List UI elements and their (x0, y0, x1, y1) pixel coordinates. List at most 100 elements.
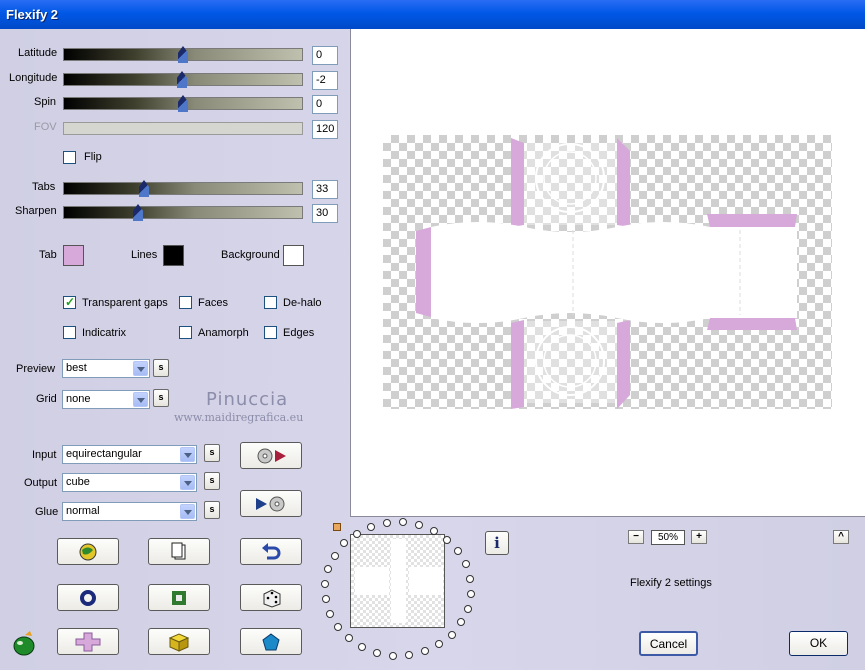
rotation-dial-dot[interactable] (333, 622, 342, 631)
apply-output-button[interactable] (240, 490, 302, 517)
spin-label: Spin (34, 96, 57, 108)
navigator-handle[interactable] (333, 523, 341, 531)
rotation-dial-dot[interactable] (352, 529, 361, 538)
watermark-name: Pinuccia (206, 389, 289, 410)
longitude-slider-thumb[interactable] (177, 71, 187, 88)
indicatrix-checkbox[interactable] (63, 326, 76, 339)
ok-button[interactable]: OK (789, 631, 848, 656)
rotation-dial-dot[interactable] (372, 649, 381, 658)
randomize-button[interactable] (57, 538, 119, 565)
square-button[interactable] (148, 584, 210, 611)
cross-icon (75, 632, 101, 651)
ring-button[interactable] (57, 584, 119, 611)
background-color-swatch[interactable] (283, 245, 304, 266)
sharpen-label: Sharpen (15, 205, 57, 217)
rotation-dial-dot[interactable] (430, 526, 439, 535)
rotation-dial-dot[interactable] (466, 574, 475, 583)
sharpen-slider-thumb[interactable] (133, 204, 143, 221)
cube-icon (168, 632, 190, 652)
input-s-button[interactable]: s (204, 444, 220, 462)
transparent-gaps-label: Transparent gaps (82, 297, 168, 309)
latitude-label: Latitude (18, 47, 58, 59)
rotation-dial-dot[interactable] (321, 595, 330, 604)
rotation-dial-dot[interactable] (382, 518, 391, 527)
tabs-value[interactable]: 33 (312, 180, 338, 199)
square-frame-icon (172, 590, 186, 605)
rotation-dial-dot[interactable] (466, 589, 475, 598)
chevron-down-icon[interactable] (180, 447, 195, 462)
input-select[interactable]: equirectangular (62, 445, 197, 464)
edges-checkbox[interactable] (264, 326, 277, 339)
spin-slider-thumb[interactable] (178, 95, 188, 112)
longitude-value[interactable]: -2 (312, 71, 338, 90)
tab-color-swatch[interactable] (63, 245, 84, 266)
preview-s-button[interactable]: s (153, 359, 169, 377)
sharpen-slider[interactable] (63, 206, 303, 219)
tabs-label: Tabs (32, 181, 56, 193)
sharpen-value[interactable]: 30 (312, 204, 338, 223)
input-select-value: equirectangular (66, 448, 142, 460)
transparent-gaps-checkbox[interactable] (63, 295, 76, 309)
scroll-up-button[interactable]: ^ (833, 530, 849, 544)
grid-select[interactable]: none (62, 390, 150, 409)
grid-label: Grid (36, 393, 57, 405)
chevron-down-icon[interactable] (133, 361, 148, 376)
rotation-dial-dot[interactable] (357, 643, 366, 652)
rotation-dial-dot[interactable] (447, 630, 456, 639)
preview-select[interactable]: best (62, 359, 150, 378)
rotation-dial-dot[interactable] (326, 609, 335, 618)
rotation-dial-dot[interactable] (367, 522, 376, 531)
output-label: Output (24, 477, 58, 489)
faces-checkbox[interactable] (179, 296, 192, 309)
longitude-slider[interactable] (63, 73, 303, 86)
chevron-down-icon[interactable] (133, 392, 148, 407)
de-halo-checkbox[interactable] (264, 296, 277, 309)
background-color-label: Background (221, 249, 280, 261)
navigator-face-left (355, 567, 389, 595)
dice-button[interactable] (240, 584, 302, 611)
cube-button[interactable] (148, 628, 210, 655)
rotation-dial-dot[interactable] (344, 634, 353, 643)
cross-button[interactable] (57, 628, 119, 655)
edges-label: Edges (283, 327, 315, 339)
undo-button[interactable] (240, 538, 302, 565)
latitude-value[interactable]: 0 (312, 46, 338, 65)
glue-select[interactable]: normal (62, 502, 197, 521)
de-halo-label: De-halo (283, 297, 322, 309)
latitude-slider[interactable] (63, 48, 303, 61)
ring-icon (80, 589, 96, 606)
grid-select-value: none (66, 393, 91, 405)
grid-s-button[interactable]: s (153, 389, 169, 407)
chevron-down-icon[interactable] (180, 475, 195, 490)
zoom-out-button[interactable]: − (628, 530, 644, 544)
zoom-in-button[interactable]: + (691, 530, 707, 544)
cancel-button[interactable]: Cancel (639, 631, 698, 656)
tabs-slider-thumb[interactable] (139, 180, 149, 197)
fov-value: 120 (312, 120, 338, 139)
rotation-dial-dot[interactable] (463, 604, 472, 613)
dice-icon (263, 588, 281, 608)
tabs-slider[interactable] (63, 182, 303, 195)
tab-color-label: Tab (39, 249, 57, 261)
fov-label: FOV (34, 121, 57, 133)
rotation-dial-dot[interactable] (330, 551, 339, 560)
window-title: Flexify 2 (6, 7, 59, 22)
glue-s-button[interactable]: s (204, 501, 220, 519)
navigator-thumbnail[interactable] (350, 534, 445, 628)
spin-value[interactable]: 0 (312, 95, 338, 114)
latitude-slider-thumb[interactable] (178, 46, 188, 63)
pentagon-button[interactable] (240, 628, 302, 655)
flip-checkbox[interactable] (63, 151, 76, 164)
flexify-window: Flexify 2 Latitude 0 Longitude -2 Spin 0… (0, 0, 865, 670)
lines-color-swatch[interactable] (163, 245, 184, 266)
apply-input-button[interactable] (240, 442, 302, 469)
output-s-button[interactable]: s (204, 472, 220, 490)
spin-slider[interactable] (63, 97, 303, 110)
rotation-dial-dot[interactable] (388, 651, 397, 660)
output-select[interactable]: cube (62, 473, 197, 492)
chevron-down-icon[interactable] (180, 504, 195, 519)
copy-button[interactable] (148, 538, 210, 565)
info-button[interactable]: i (485, 531, 509, 555)
anamorph-checkbox[interactable] (179, 326, 192, 339)
watermark-site: www.maidiregrafica.eu (174, 411, 304, 424)
